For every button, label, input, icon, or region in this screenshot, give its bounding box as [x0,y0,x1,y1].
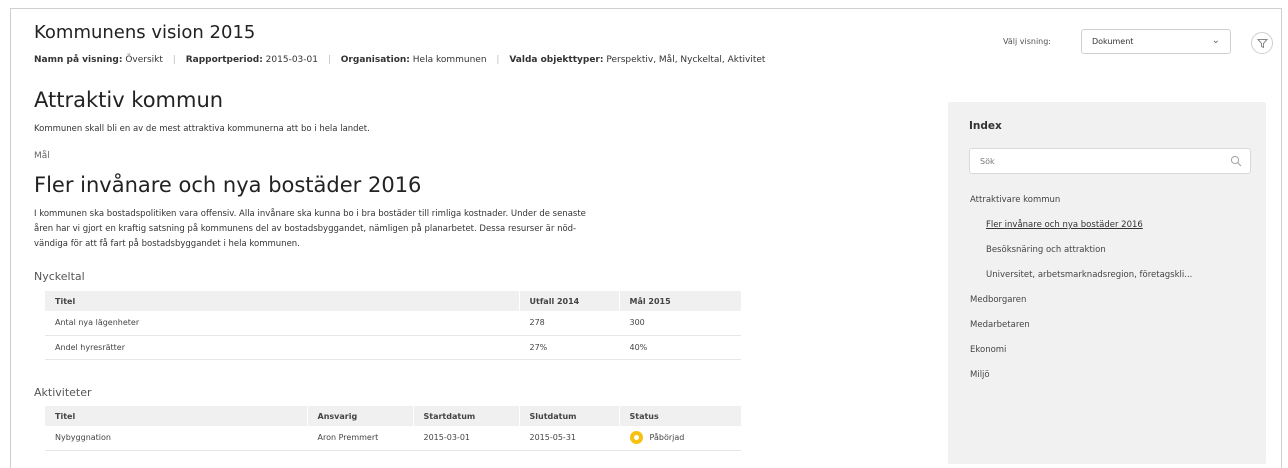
view-select[interactable]: Dokument ⌄ [1081,29,1231,54]
index-item-label: Fler invånare och nya bostäder 2016 [986,220,1143,230]
index-item-ekonomi[interactable]: Ekonomi [970,342,1192,367]
goal-description-line: I kommunen ska bostadspolitiken vara off… [34,209,586,219]
page-title: Kommunens vision 2015 [34,22,256,43]
kpi-col-title: Titel [45,291,519,311]
activities-table: Titel Ansvarig Startdatum Slutdatum Stat… [45,406,741,451]
meta-separator: | [327,55,331,65]
index-item-medarbetaren[interactable]: Medarbetaren [970,317,1192,342]
table-row[interactable]: Andel hyresrätter 27% 40% [45,335,741,360]
goal-description-line: åren har vi gjort en kraftig satsning på… [34,224,577,234]
index-title: Index [969,120,1002,132]
meta-org-value: Hela kommunen [412,55,487,65]
chevron-down-icon: ⌄ [1211,35,1220,46]
activity-cell-title: Nybyggnation [45,426,307,451]
search-icon[interactable] [1230,155,1242,167]
view-select-value: Dokument [1092,37,1134,46]
status-label: Påbörjad [649,433,685,443]
activity-cell-start: 2015-03-01 [412,426,519,451]
goal-tag: Mål [34,151,50,161]
perspective-description: Kommunen skall bli en av de mest attrakt… [34,124,370,134]
kpi-cell-title: Antal nya lägenheter [45,311,519,336]
perspective-title: Attraktiv kommun [34,88,224,112]
meta-types-key: Valda objekttyper: [509,55,604,65]
activity-cell-owner: Aron Premmert [306,426,413,451]
index-item-label: Besöksnäring och attraktion [986,245,1106,255]
index-item-besoksnaring[interactable]: Besöksnäring och attraktion [970,242,1192,267]
activities-heading: Aktiviteter [34,386,92,399]
index-item-label: Universitet, arbetsmarknadsregion, föret… [986,270,1193,280]
activities-col-end: Slutdatum [518,406,619,426]
index-item-fler-invanare[interactable]: Fler invånare och nya bostäder 2016 [970,217,1192,242]
goal-description-line: vändiga för att få fart på bostadsbyggan… [34,239,300,249]
kpi-col-target: Mål 2015 [618,291,741,311]
meta-org-key: Organisation: [340,55,410,65]
index-item-label: Ekonomi [970,345,1007,355]
table-row[interactable]: Antal nya lägenheter 278 300 [45,311,741,336]
table-row[interactable]: Nybyggnation Aron Premmert 2015-03-01 20… [45,426,741,451]
meta-period-key: Rapportperiod: [185,55,263,65]
kpi-header-row: Titel Utfall 2014 Mål 2015 [45,291,741,311]
activities-col-start: Startdatum [412,406,519,426]
meta-view-name-value: Översikt [125,55,163,65]
index-panel: Index Attraktivare kommun Fler invånare … [948,102,1266,464]
goal-title: Fler invånare och nya bostäder 2016 [34,173,422,197]
index-search-box [969,148,1251,174]
index-item-label: Medarbetaren [970,320,1030,330]
kpi-heading: Nyckeltal [34,270,85,283]
kpi-cell-title: Andel hyresrätter [45,335,519,360]
view-select-label: Välj visning: [1003,37,1052,46]
meta-types-value: Perspektiv, Mål, Nyckeltal, Aktivitet [606,55,766,65]
meta-view-name-key: Namn på visning: [34,55,123,65]
goal-description: I kommunen ska bostadspolitiken vara off… [34,207,754,252]
index-item-label: Attraktivare kommun [970,195,1061,205]
index-item-label: Medborgaren [970,295,1027,305]
activity-cell-end: 2015-05-31 [518,426,619,451]
filter-icon [1257,39,1268,49]
meta-separator: | [496,55,500,65]
index-item-universitet[interactable]: Universitet, arbetsmarknadsregion, föret… [970,267,1192,292]
kpi-cell-outcome: 278 [518,311,619,336]
meta-period-value: 2015-03-01 [265,55,318,65]
index-item-miljo[interactable]: Miljö [970,367,1192,392]
view-meta: Namn på visning: Översikt | Rapportperio… [34,55,765,65]
kpi-col-outcome: Utfall 2014 [518,291,619,311]
activities-col-owner: Ansvarig [306,406,413,426]
kpi-table: Titel Utfall 2014 Mål 2015 Antal nya läg… [45,291,741,360]
index-search-input[interactable] [970,149,1210,174]
activities-header-row: Titel Ansvarig Startdatum Slutdatum Stat… [45,406,741,426]
activity-cell-status: Påbörjad [618,426,741,451]
filter-button[interactable] [1251,32,1273,54]
index-item-attraktivare-kommun[interactable]: Attraktivare kommun [970,192,1192,217]
index-item-label: Miljö [970,370,990,380]
activities-col-title: Titel [45,406,307,426]
index-list: Attraktivare kommun Fler invånare och ny… [970,192,1192,392]
kpi-cell-outcome: 27% [518,335,619,360]
status-in-progress-icon [629,431,643,445]
meta-separator: | [172,55,176,65]
kpi-cell-target: 300 [618,311,741,336]
activities-col-status: Status [618,406,741,426]
index-item-medborgaren[interactable]: Medborgaren [970,292,1192,317]
kpi-cell-target: 40% [618,335,741,360]
